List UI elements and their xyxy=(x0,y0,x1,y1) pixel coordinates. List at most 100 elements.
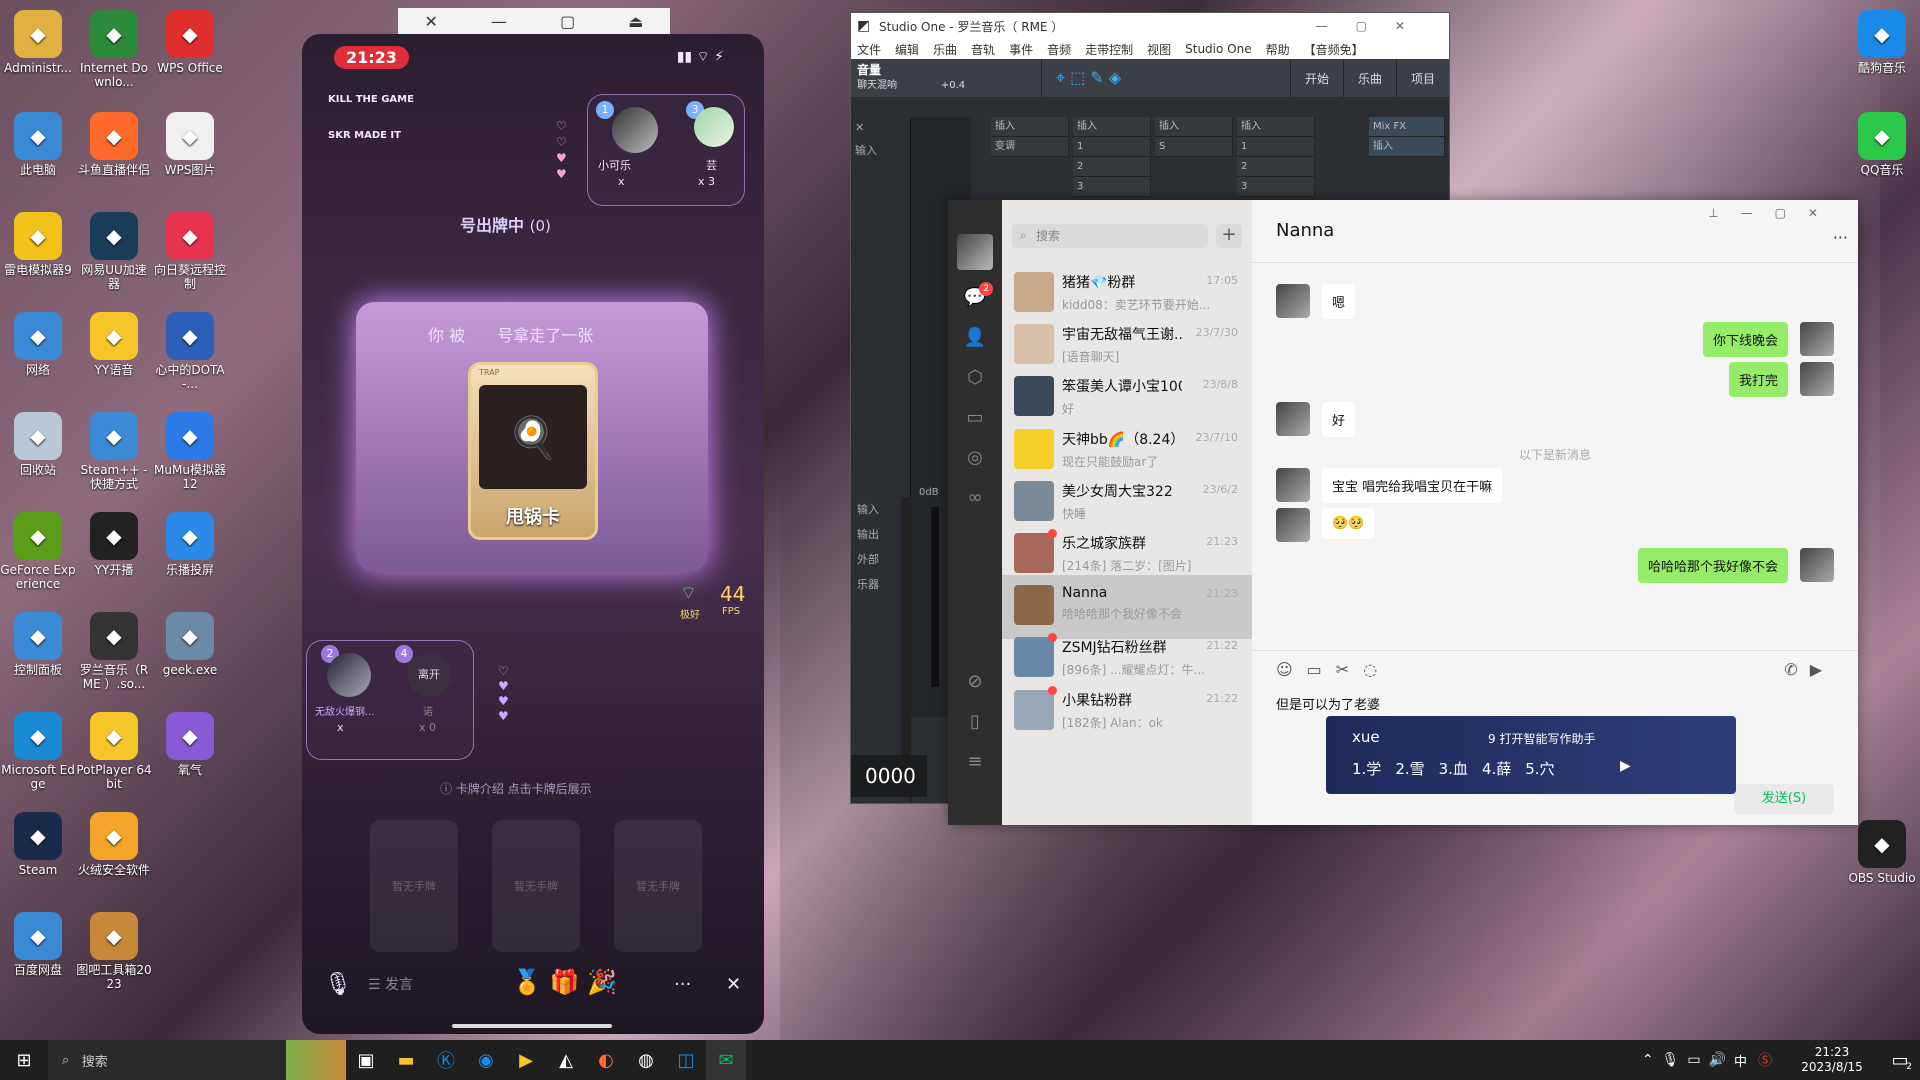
mixer-side-label[interactable]: 乐器 xyxy=(857,572,879,597)
screen-mirror-icon[interactable]: ◍ xyxy=(626,1040,666,1080)
close-icon[interactable]: ✕ xyxy=(726,974,741,995)
player1-avatar[interactable] xyxy=(612,107,658,153)
player3-avatar[interactable] xyxy=(694,107,734,147)
desktop-icon[interactable]: ◆ 控制面板 xyxy=(0,612,76,677)
favorites-icon[interactable]: ⬡ xyxy=(963,366,987,390)
speak-button[interactable]: ☰ 发言 xyxy=(368,974,413,994)
call-icons[interactable]: ✆▶ xyxy=(1784,660,1834,679)
ime-candidate-window[interactable]: xue 9 打开智能写作助手 1.学 2.雪 3.血 4.薛 5.穴 ▶ xyxy=(1326,716,1736,794)
mix-fx-panel[interactable]: Mix FX 插入 xyxy=(1369,117,1445,157)
ime-candidate[interactable]: 4.薛 xyxy=(1482,758,1511,779)
folder-icon[interactable]: ▭ xyxy=(963,406,987,430)
more-icon[interactable]: ··· xyxy=(1833,228,1848,247)
mini-program-icon[interactable]: ∞ xyxy=(963,486,987,510)
potplayer-icon[interactable]: ▶ xyxy=(506,1040,546,1080)
eject-icon[interactable]: ⏏ xyxy=(628,12,643,31)
desktop-icon[interactable]: ◆ MuMu模拟器12 xyxy=(152,412,228,491)
desktop-icon[interactable]: ◆ Administr... xyxy=(0,10,76,75)
notification-icon[interactable]: ▭ 2 xyxy=(1880,1040,1920,1080)
start-icon[interactable]: ⊞ xyxy=(0,1040,48,1080)
ime-candidate[interactable]: 3.血 xyxy=(1439,758,1468,779)
contact-avatar[interactable] xyxy=(1276,468,1310,502)
desktop-icon[interactable]: ◆ 网易UU加速器 xyxy=(76,212,152,291)
more-icon[interactable]: ··· xyxy=(674,974,691,995)
desktop-icon[interactable]: ◆ 乐播投屏 xyxy=(152,512,228,577)
menu-item[interactable]: 乐曲 xyxy=(933,41,957,58)
desktop-icon[interactable]: ◆ 罗兰音乐（RME ）.so... xyxy=(76,612,152,691)
tab-start[interactable]: 开始 xyxy=(1289,59,1343,97)
menu-item[interactable]: 编辑 xyxy=(895,41,919,58)
desktop-icon[interactable]: ◆ WPS Office xyxy=(152,10,228,75)
mixer-channel-4[interactable]: 插入 1 2 3 xyxy=(1237,117,1315,197)
mixer-side-label[interactable]: 输入 xyxy=(857,497,879,522)
close-icon[interactable]: ✕ xyxy=(851,117,910,138)
desktop-icon[interactable]: ◆ OBS Studio xyxy=(1844,820,1920,885)
contact-avatar[interactable] xyxy=(1276,284,1310,318)
menu-item[interactable]: 文件 xyxy=(857,41,881,58)
desktop-icon[interactable]: ◆ 网络 xyxy=(0,312,76,377)
close-icon[interactable]: ✕ xyxy=(425,12,438,31)
send-button[interactable]: 发送(S) xyxy=(1734,784,1834,814)
my-avatar[interactable] xyxy=(1800,322,1834,356)
desktop-icon[interactable]: ◆ 火绒安全软件 xyxy=(76,812,152,877)
my-avatar[interactable] xyxy=(1800,548,1834,582)
next-page-icon[interactable]: ▶ xyxy=(1620,758,1631,774)
desktop-icon[interactable]: ◆ geek.exe xyxy=(152,612,228,677)
menu-item[interactable]: 音频 xyxy=(1047,41,1071,58)
chat-icon[interactable]: 💬 2 xyxy=(963,282,993,310)
desktop-icon[interactable]: ◆ 雷电模拟器9 xyxy=(0,212,76,277)
desktop-icon[interactable]: ◆ PotPlayer 64 bit xyxy=(76,712,152,791)
player2-avatar[interactable] xyxy=(327,653,371,697)
desktop-icon[interactable]: ◆ 百度网盘 xyxy=(0,912,76,977)
gift-icons[interactable]: 🏅 🎁 🎉 xyxy=(512,968,617,996)
mixer-channel-2[interactable]: 插入 1 2 3 xyxy=(1073,117,1151,197)
desktop-icon[interactable]: ◆ 向日葵远程控制 xyxy=(152,212,228,291)
my-avatar[interactable] xyxy=(1800,362,1834,396)
search-input[interactable]: 搜索 xyxy=(1012,224,1208,248)
edge-icon[interactable]: ◉ xyxy=(466,1040,506,1080)
window-controls[interactable]: ⊥—▢✕ xyxy=(1708,206,1840,220)
minimize-icon[interactable]: — xyxy=(491,12,507,31)
tab-project[interactable]: 项目 xyxy=(1395,59,1449,97)
phone-icon[interactable]: ▯ xyxy=(963,710,987,734)
menu-item[interactable]: Studio One xyxy=(1185,42,1251,56)
desktop-icon[interactable]: ◆ QQ音乐 xyxy=(1844,112,1920,177)
fullscreen-icon[interactable]: ▢ xyxy=(560,12,575,31)
taskbar-search[interactable]: ⌕ 搜索 xyxy=(48,1040,286,1080)
contacts-icon[interactable]: 👤 xyxy=(963,326,987,350)
message-input[interactable]: 但是可以为了老婆 xyxy=(1276,694,1380,713)
tray-icons[interactable]: ⌃🎙▭🔊 xyxy=(1642,1052,1734,1068)
chat-list-item[interactable]: 小果钻粉群 21:22 [182条] Alan：ok xyxy=(1002,680,1252,744)
trap-card[interactable]: TRAP 🍳 甩锅卡 xyxy=(468,362,598,540)
kugou-icon[interactable]: Ⓚ xyxy=(426,1040,466,1080)
mixer-channel-3[interactable]: 插入 S xyxy=(1155,117,1233,157)
hand-slot-3[interactable]: 暂无手牌 xyxy=(614,820,702,952)
menu-item[interactable]: 帮助 xyxy=(1266,41,1290,58)
desktop-icon[interactable]: ◆ 图吧工具箱2023 xyxy=(76,912,152,991)
desktop-icon[interactable]: ◆ Steam xyxy=(0,812,76,877)
hand-slot-2[interactable]: 暂无手牌 xyxy=(492,820,580,952)
menu-item[interactable]: 事件 xyxy=(1009,41,1033,58)
ime-candidate[interactable]: 5.穴 xyxy=(1525,758,1554,779)
mixer-side-label[interactable]: 外部 xyxy=(857,547,879,572)
task-view-icon[interactable]: ▣ xyxy=(346,1040,386,1080)
douyu-icon[interactable]: ◐ xyxy=(586,1040,626,1080)
desktop-icon[interactable]: ◆ 回收站 xyxy=(0,412,76,477)
desktop-icon[interactable]: ◆ YY语音 xyxy=(76,312,152,377)
mixer-scrollbar[interactable] xyxy=(901,497,911,777)
wechat-icon[interactable]: ✉ xyxy=(706,1040,746,1080)
menu-item[interactable]: 视图 xyxy=(1147,41,1171,58)
desktop-icon[interactable]: ◆ 斗鱼直播伴侣 xyxy=(76,112,152,177)
ime-icon[interactable]: Ⓢ xyxy=(1758,1050,1784,1070)
desktop-icon[interactable]: ◆ WPS图片 xyxy=(152,112,228,177)
message-bubble[interactable]: 🥺🥺 xyxy=(1322,508,1375,539)
moments-icon[interactable]: ◎ xyxy=(963,446,987,470)
player4-avatar[interactable]: 离开 xyxy=(407,653,451,697)
message-bubble[interactable]: 我打完 xyxy=(1728,362,1788,397)
desktop-icon[interactable]: ◆ YY开播 xyxy=(76,512,152,577)
desktop-icon[interactable]: ◆ 酷狗音乐 xyxy=(1844,10,1920,75)
contact-avatar[interactable] xyxy=(1276,508,1310,542)
desktop-icon[interactable]: ◆ Microsoft Edge xyxy=(0,712,76,791)
desktop-icon[interactable]: ◆ 氧气 xyxy=(152,712,228,777)
add-button[interactable]: + xyxy=(1216,224,1242,248)
